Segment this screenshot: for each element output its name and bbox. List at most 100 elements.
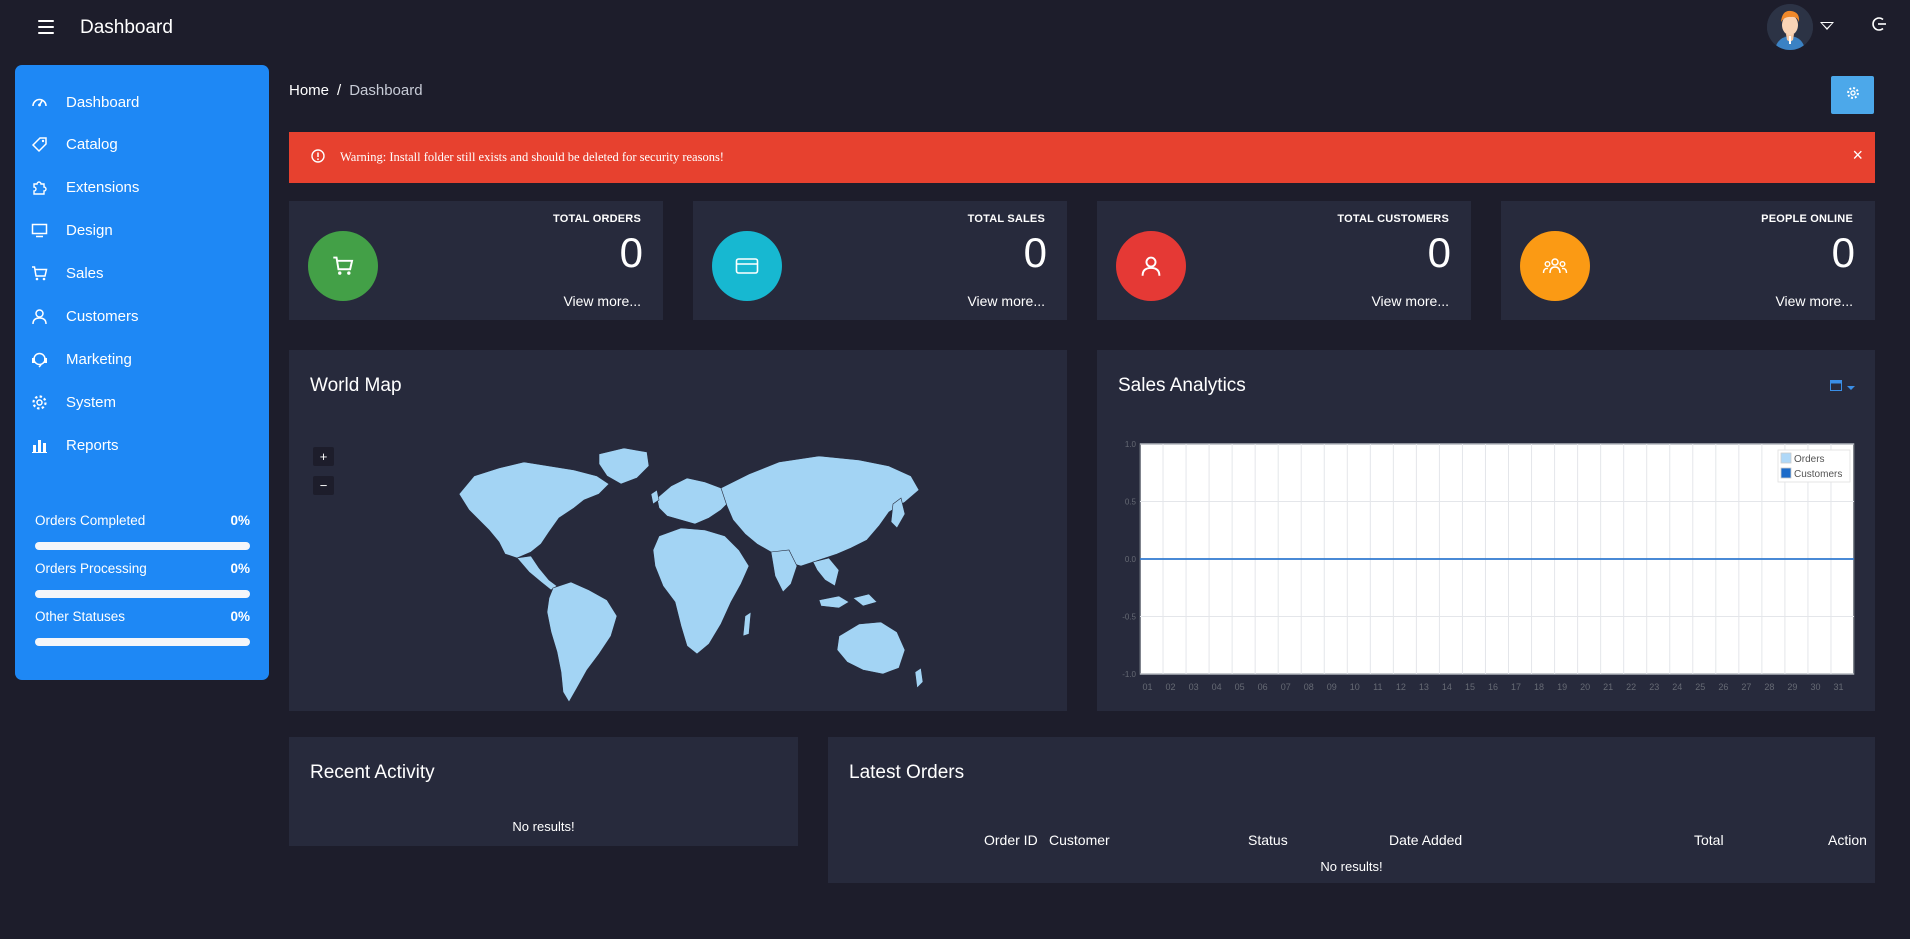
status-percent: 0% — [230, 561, 250, 576]
status-label: Orders Processing — [35, 561, 147, 576]
view-more-link[interactable]: View more... — [1775, 293, 1853, 309]
sidebar-item-customers[interactable]: Customers — [29, 301, 254, 331]
x-tick-label: 03 — [1189, 682, 1199, 692]
gear-icon — [29, 392, 49, 412]
credit-card-icon — [712, 231, 782, 301]
sidebar-item-extensions[interactable]: Extensions — [29, 172, 254, 202]
status-percent: 0% — [230, 609, 250, 624]
view-more-link[interactable]: View more... — [563, 293, 641, 309]
users-icon — [1520, 231, 1590, 301]
x-tick-label: 06 — [1258, 682, 1268, 692]
column-header-action: Action — [1828, 832, 1867, 848]
warning-circle-icon — [311, 149, 325, 168]
stat-title: PEOPLE ONLINE — [1761, 213, 1853, 225]
column-header-customer[interactable]: Customer — [1049, 832, 1110, 848]
breadcrumb: Home / Dashboard — [289, 82, 423, 99]
x-tick-label: 05 — [1235, 682, 1245, 692]
column-header-order-id[interactable]: Order ID — [984, 832, 1038, 848]
status-label: Other Statuses — [35, 609, 126, 624]
sidebar-item-system[interactable]: System — [29, 387, 254, 417]
sidebar-item-sales[interactable]: Sales — [29, 258, 254, 288]
logout-icon[interactable] — [1870, 15, 1888, 33]
tag-icon — [29, 134, 49, 154]
y-tick-label: 1.0 — [1125, 440, 1137, 449]
x-tick-label: 09 — [1327, 682, 1337, 692]
x-tick-label: 16 — [1488, 682, 1498, 692]
x-tick-label: 26 — [1718, 682, 1728, 692]
x-tick-label: 12 — [1396, 682, 1406, 692]
x-tick-label: 29 — [1787, 682, 1797, 692]
y-tick-label: 0.5 — [1125, 498, 1137, 507]
user-dropdown-caret-icon[interactable] — [1820, 22, 1834, 30]
puzzle-icon — [29, 177, 49, 197]
x-tick-label: 21 — [1603, 682, 1613, 692]
sidebar-item-label: System — [66, 393, 117, 411]
status-percent: 0% — [230, 513, 250, 528]
x-tick-label: 17 — [1511, 682, 1521, 692]
column-header-date-added[interactable]: Date Added — [1389, 832, 1462, 848]
map-zoom-out-button[interactable]: − — [313, 476, 334, 495]
y-tick-label: -1.0 — [1122, 670, 1136, 679]
user-icon — [1116, 231, 1186, 301]
x-tick-label: 19 — [1557, 682, 1567, 692]
sidebar-item-marketing[interactable]: Marketing — [29, 344, 254, 374]
breadcrumb-current: Dashboard — [349, 82, 423, 99]
stat-value: 0 — [1023, 229, 1047, 276]
orders-completed-progress — [35, 542, 250, 550]
map-zoom-in-button[interactable]: + — [313, 447, 334, 466]
x-tick-label: 11 — [1373, 682, 1382, 692]
monitor-icon — [29, 220, 49, 240]
x-tick-label: 01 — [1143, 682, 1153, 692]
column-header-status[interactable]: Status — [1248, 832, 1288, 848]
world-map[interactable] — [449, 440, 929, 710]
x-tick-label: 31 — [1833, 682, 1843, 692]
x-tick-label: 10 — [1350, 682, 1360, 692]
sidebar: Dashboard Catalog Extensions Design Sale… — [15, 65, 269, 680]
stat-value: 0 — [1427, 229, 1451, 276]
user-avatar[interactable] — [1767, 4, 1813, 50]
breadcrumb-home-link[interactable]: Home — [289, 82, 329, 99]
sidebar-item-label: Design — [66, 221, 113, 239]
x-tick-label: 24 — [1672, 682, 1682, 692]
total-orders-card: TOTAL ORDERS 0 View more... — [289, 201, 663, 320]
total-customers-card: TOTAL CUSTOMERS 0 View more... — [1097, 201, 1471, 320]
dashboard-icon — [29, 92, 49, 112]
total-sales-card: TOTAL SALES 0 View more... — [693, 201, 1067, 320]
view-more-link[interactable]: View more... — [967, 293, 1045, 309]
x-tick-label: 30 — [1810, 682, 1820, 692]
close-icon[interactable]: × — [1852, 145, 1863, 165]
sidebar-item-dashboard[interactable]: Dashboard — [29, 87, 254, 117]
panel-title: World Map — [310, 375, 402, 396]
legend-label: Customers — [1794, 469, 1842, 480]
x-tick-label: 14 — [1442, 682, 1452, 692]
x-tick-label: 23 — [1649, 682, 1659, 692]
stat-value: 0 — [619, 229, 643, 276]
sidebar-item-label: Sales — [66, 264, 104, 282]
hamburger-menu-icon[interactable] — [38, 20, 54, 34]
status-label: Orders Completed — [35, 513, 146, 528]
stat-title: TOTAL ORDERS — [553, 213, 641, 225]
sidebar-item-label: Reports — [66, 436, 119, 454]
bar-chart-icon — [29, 435, 49, 455]
settings-button[interactable] — [1831, 76, 1874, 114]
world-map-panel: World Map + − — [289, 350, 1067, 711]
orders-processing-progress — [35, 590, 250, 598]
sidebar-item-reports[interactable]: Reports — [29, 430, 254, 460]
x-tick-label: 13 — [1419, 682, 1429, 692]
people-online-card: PEOPLE ONLINE 0 View more... — [1501, 201, 1875, 320]
sidebar-item-label: Dashboard — [66, 93, 140, 111]
x-tick-label: 25 — [1695, 682, 1705, 692]
sidebar-item-label: Extensions — [66, 178, 140, 196]
megaphone-icon — [29, 349, 49, 369]
sidebar-item-design[interactable]: Design — [29, 215, 254, 245]
cart-icon — [308, 231, 378, 301]
sidebar-item-label: Customers — [66, 307, 139, 325]
sidebar-item-catalog[interactable]: Catalog — [29, 129, 254, 159]
legend-swatch — [1780, 452, 1792, 464]
stat-title: TOTAL SALES — [967, 213, 1045, 225]
view-more-link[interactable]: View more... — [1371, 293, 1449, 309]
user-icon — [29, 306, 49, 326]
column-header-total[interactable]: Total — [1694, 832, 1724, 848]
y-tick-label: 0.0 — [1125, 555, 1137, 564]
sales-analytics-panel: Sales Analytics 1.0 0.5 0.0 -0.5 -1.0 01 02 03 0… — [1097, 350, 1875, 711]
